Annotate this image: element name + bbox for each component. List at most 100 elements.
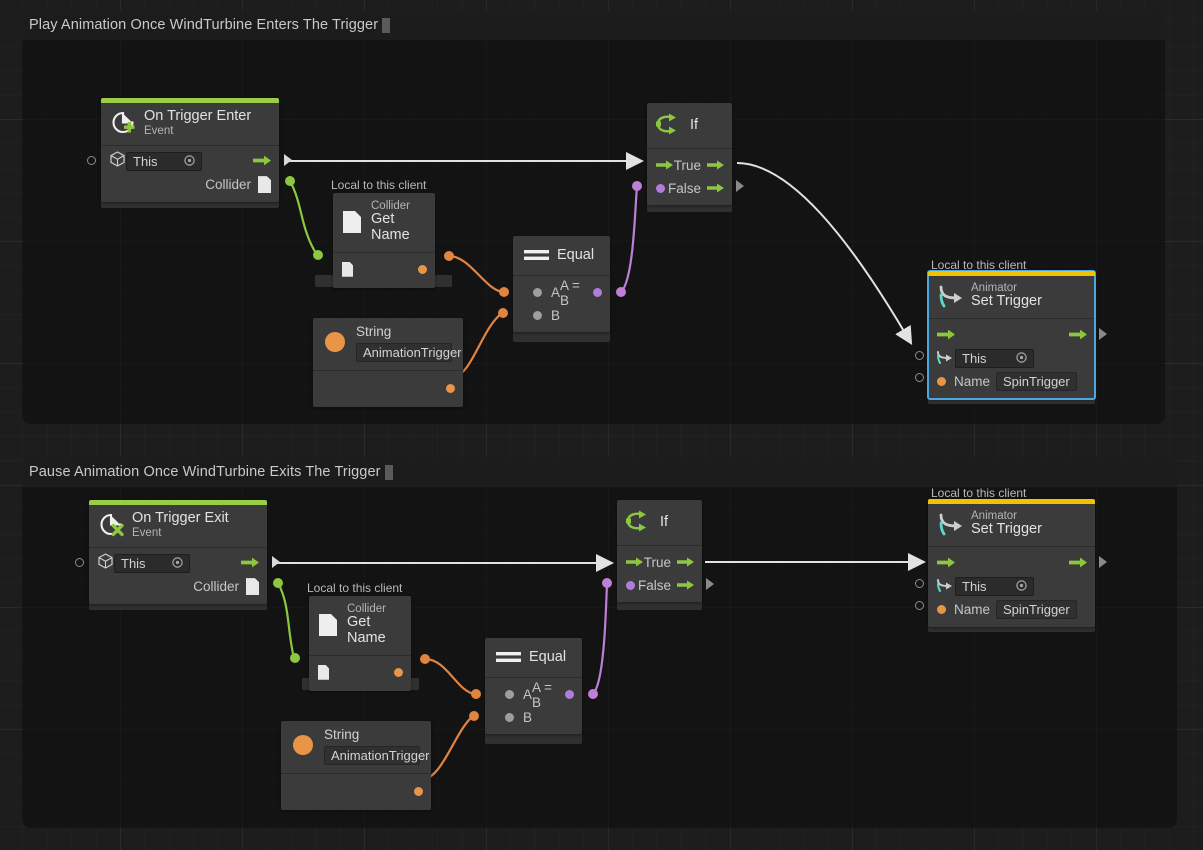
node-input-port[interactable] bbox=[915, 579, 924, 588]
node-input-port[interactable] bbox=[915, 601, 924, 610]
local-tag: Local to this client bbox=[931, 486, 1027, 500]
exec-out-port[interactable] bbox=[1099, 556, 1107, 568]
output-port-dot[interactable] bbox=[565, 690, 574, 699]
target-field-row[interactable]: This bbox=[928, 575, 1095, 598]
condition-input-dot[interactable] bbox=[626, 581, 635, 590]
output-port-dot[interactable] bbox=[593, 288, 602, 297]
exec-out-port[interactable] bbox=[284, 154, 292, 166]
string-value-field[interactable]: AnimationTrigger bbox=[356, 342, 462, 362]
node-equal-bottom[interactable]: Equal A A = B B bbox=[485, 638, 582, 734]
exec-out-arrow-icon[interactable] bbox=[1069, 327, 1087, 345]
input-port-dot-b[interactable] bbox=[505, 713, 514, 722]
object-field[interactable]: This bbox=[114, 554, 190, 574]
output-port-dot[interactable] bbox=[414, 786, 423, 796]
group-title-caret bbox=[384, 464, 393, 480]
exec-in-arrow-icon[interactable] bbox=[937, 555, 955, 573]
exec-out-arrow-icon[interactable] bbox=[677, 577, 694, 595]
input-a-row[interactable]: A A = B bbox=[513, 278, 610, 308]
collider-output-row[interactable]: Collider bbox=[89, 575, 267, 598]
node-input-port[interactable] bbox=[75, 558, 84, 567]
input-label-b: B bbox=[551, 308, 561, 323]
string-orange-icon bbox=[292, 733, 314, 759]
output-row[interactable] bbox=[313, 377, 463, 400]
false-row[interactable]: False bbox=[617, 574, 702, 597]
node-on-trigger-enter[interactable]: On Trigger Enter Event This Collider bbox=[101, 98, 279, 203]
collider-output-row[interactable]: Collider bbox=[101, 173, 279, 196]
exec-out-arrow-icon[interactable] bbox=[241, 555, 259, 573]
io-row[interactable] bbox=[309, 661, 411, 684]
node-input-port[interactable] bbox=[87, 156, 96, 165]
target-field-row[interactable]: This bbox=[928, 347, 1095, 370]
true-row[interactable]: True bbox=[647, 154, 732, 177]
node-title-row: Equal bbox=[485, 638, 582, 678]
node-if-top[interactable]: If True False bbox=[647, 103, 732, 205]
input-label-a: A bbox=[551, 285, 561, 300]
name-input-dot[interactable] bbox=[937, 377, 946, 387]
node-on-trigger-exit[interactable]: On Trigger Exit Event This Collider bbox=[89, 500, 267, 605]
input-b-row[interactable]: B bbox=[513, 304, 610, 327]
condition-input-dot[interactable] bbox=[656, 184, 665, 193]
input-port-dot-a[interactable] bbox=[533, 288, 542, 297]
object-field-row[interactable]: This bbox=[89, 552, 267, 575]
target-picker-icon[interactable] bbox=[1016, 577, 1027, 596]
exec-out-arrow-icon[interactable] bbox=[707, 157, 724, 175]
exec-in-arrow-icon[interactable] bbox=[656, 157, 673, 175]
name-value-field[interactable]: SpinTrigger bbox=[996, 600, 1077, 620]
object-field-value: This bbox=[962, 351, 987, 367]
collider-document-icon bbox=[341, 209, 363, 235]
node-collider-get-name-bottom[interactable]: Collider Get Name bbox=[309, 596, 411, 691]
true-row[interactable]: True bbox=[617, 551, 702, 574]
exec-out-port-false[interactable] bbox=[736, 180, 744, 192]
node-title-row: Collider Get Name bbox=[309, 596, 411, 656]
name-value-field[interactable]: SpinTrigger bbox=[996, 372, 1077, 392]
input-a-row[interactable]: A A = B bbox=[485, 680, 582, 710]
false-row[interactable]: False bbox=[647, 177, 732, 200]
node-string-top[interactable]: String AnimationTrigger bbox=[313, 318, 463, 407]
node-string-bottom[interactable]: String AnimationTrigger bbox=[281, 721, 431, 810]
node-input-port[interactable] bbox=[915, 373, 924, 382]
output-row[interactable] bbox=[281, 780, 431, 803]
exec-row[interactable] bbox=[928, 324, 1095, 347]
exec-in-arrow-icon[interactable] bbox=[937, 327, 955, 345]
string-orange-icon bbox=[324, 330, 346, 356]
output-port-dot[interactable] bbox=[394, 667, 403, 677]
string-value-field[interactable]: AnimationTrigger bbox=[324, 745, 430, 765]
group-title-bar[interactable]: Pause Animation Once WindTurbine Exits T… bbox=[22, 457, 1177, 487]
object-field[interactable]: This bbox=[955, 577, 1034, 597]
node-equal-top[interactable]: Equal A A = B B bbox=[513, 236, 610, 332]
document-icon bbox=[342, 261, 353, 277]
object-field-row[interactable]: This bbox=[101, 150, 279, 173]
input-port-dot-a[interactable] bbox=[505, 690, 514, 699]
exec-out-arrow-icon[interactable] bbox=[707, 180, 724, 198]
branch-icon bbox=[656, 112, 682, 138]
exec-in-arrow-icon[interactable] bbox=[626, 554, 643, 572]
input-port-dot-b[interactable] bbox=[533, 311, 542, 320]
node-animator-set-trigger-bottom[interactable]: Animator Set Trigger This Name SpinTrigg… bbox=[928, 499, 1095, 628]
exec-out-port[interactable] bbox=[1099, 328, 1107, 340]
output-port-dot[interactable] bbox=[418, 264, 427, 274]
exec-out-arrow-icon[interactable] bbox=[1069, 555, 1087, 573]
name-field-row[interactable]: Name SpinTrigger bbox=[928, 598, 1095, 621]
exec-out-port-false[interactable] bbox=[706, 578, 714, 590]
object-field[interactable]: This bbox=[126, 152, 202, 172]
node-input-port[interactable] bbox=[915, 351, 924, 360]
node-if-bottom[interactable]: If True False bbox=[617, 500, 702, 602]
name-field-row[interactable]: Name SpinTrigger bbox=[928, 370, 1095, 393]
graph-canvas[interactable]: Play Animation Once WindTurbine Enters T… bbox=[0, 0, 1203, 850]
output-port-dot[interactable] bbox=[446, 383, 455, 393]
group-title-bar[interactable]: Play Animation Once WindTurbine Enters T… bbox=[22, 10, 1165, 40]
name-input-dot[interactable] bbox=[937, 605, 946, 615]
exec-row[interactable] bbox=[928, 552, 1095, 575]
exec-out-arrow-icon[interactable] bbox=[253, 153, 271, 171]
exec-out-arrow-icon[interactable] bbox=[677, 554, 694, 572]
node-collider-get-name-top[interactable]: Collider Get Name bbox=[333, 193, 435, 288]
object-field[interactable]: This bbox=[955, 349, 1034, 369]
io-row[interactable] bbox=[333, 258, 435, 281]
target-picker-icon[interactable] bbox=[184, 152, 195, 171]
target-picker-icon[interactable] bbox=[172, 554, 183, 573]
node-title: On Trigger Enter bbox=[144, 108, 252, 124]
target-picker-icon[interactable] bbox=[1016, 349, 1027, 368]
exec-out-port[interactable] bbox=[272, 556, 280, 568]
input-b-row[interactable]: B bbox=[485, 706, 582, 729]
node-animator-set-trigger-top[interactable]: Animator Set Trigger This Name SpinTrigg… bbox=[927, 269, 1096, 401]
